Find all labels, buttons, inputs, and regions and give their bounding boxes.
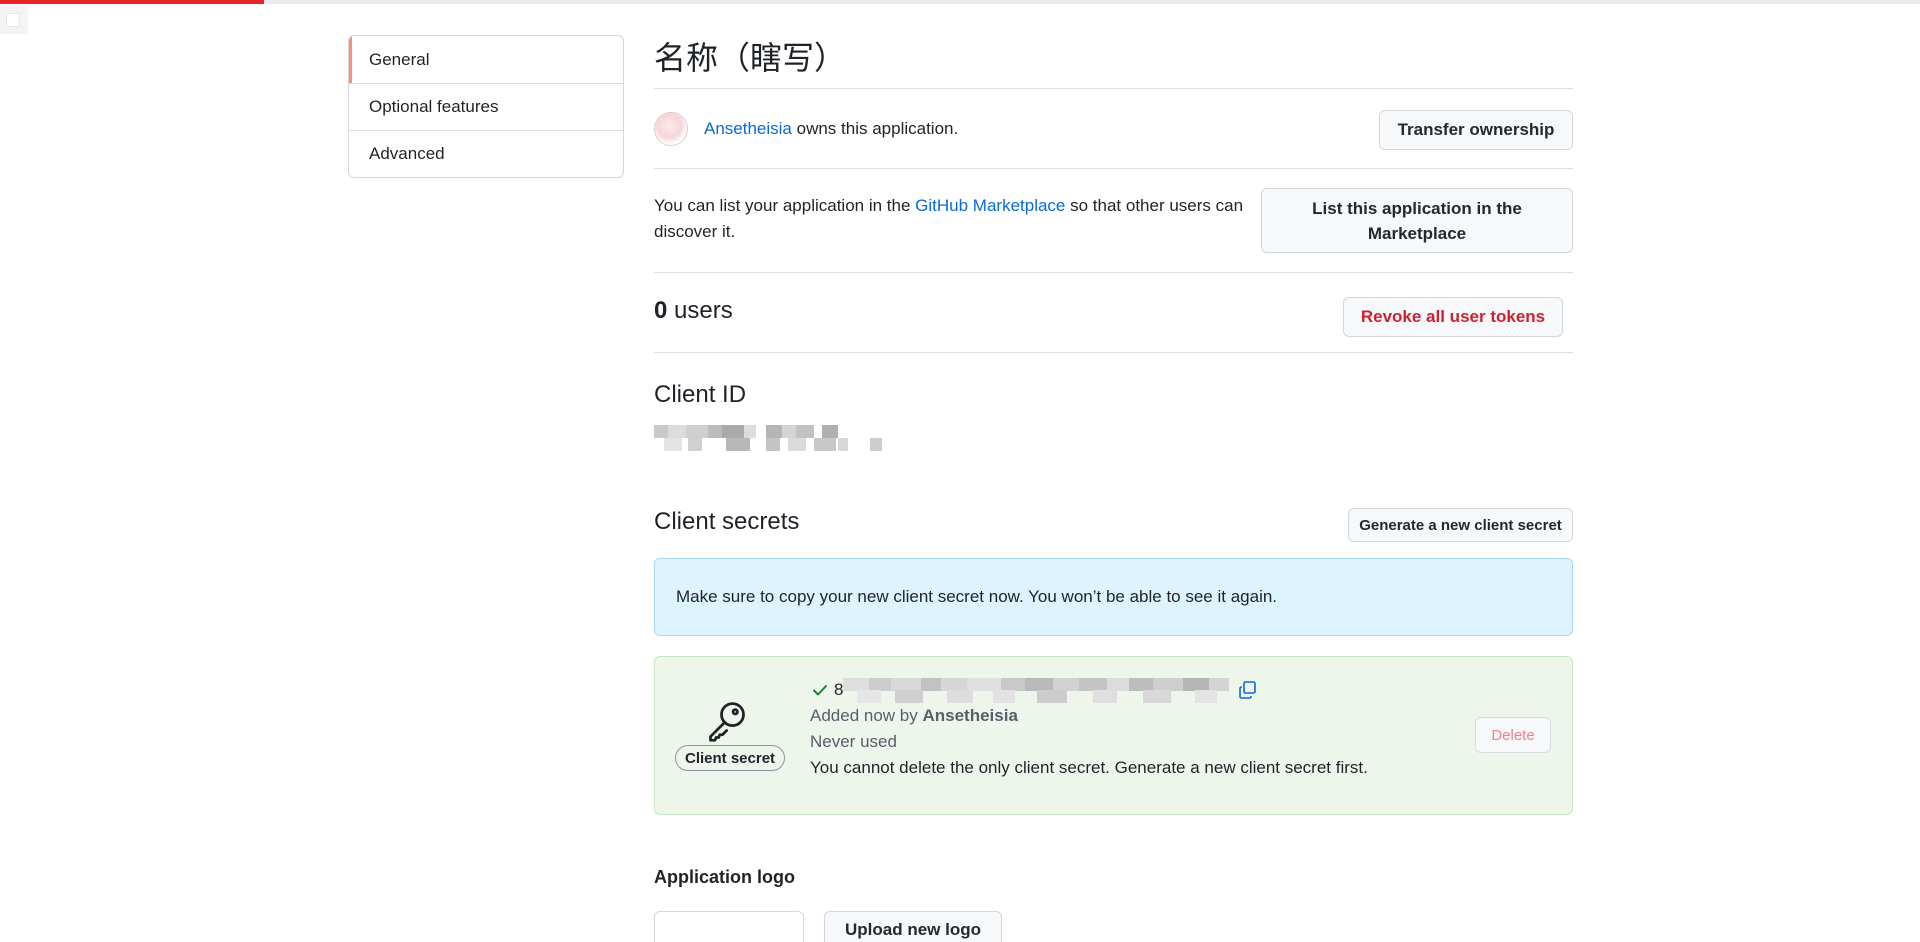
client-id-heading: Client ID: [654, 381, 747, 408]
users-summary: 0 users: [654, 297, 733, 325]
marketplace-text-before: You can list your application in the: [654, 196, 916, 215]
secret-value-row: 8: [810, 677, 1368, 703]
copy-secret-flash: Make sure to copy your new client secret…: [654, 558, 1573, 636]
application-logo-heading: Application logo: [654, 867, 795, 887]
transfer-ownership-button[interactable]: Transfer ownership: [1379, 110, 1573, 150]
secret-value-prefix: 8: [834, 680, 844, 699]
secret-usage: Never used: [810, 732, 897, 751]
flash-message: Make sure to copy your new client secret…: [676, 587, 1278, 606]
client-id-value-redacted[interactable]: [654, 425, 884, 451]
sidebar-item-label: Advanced: [369, 144, 445, 163]
github-marketplace-link[interactable]: GitHub Marketplace: [915, 196, 1065, 215]
client-secrets-heading: Client secrets: [654, 508, 800, 535]
users-label: users: [667, 297, 733, 324]
key-icon: [709, 702, 745, 742]
secret-added-by: Added now by Ansetheisia: [810, 703, 1368, 729]
page-load-progress-bar: [0, 0, 264, 4]
app-settings-main: 名称（瞎写） Ansetheisia owns this application…: [654, 35, 1573, 942]
client-secret-badge: Client secret: [675, 745, 786, 771]
owner-suffix: owns this application.: [791, 118, 959, 138]
settings-sidebar: General Optional features Advanced: [348, 35, 624, 178]
copy-icon[interactable]: [1237, 679, 1259, 701]
users-row: 0 users Revoke all user tokens: [654, 273, 1573, 353]
users-count: 0: [654, 297, 668, 324]
sidebar-item-general[interactable]: General: [349, 36, 623, 83]
owner-link[interactable]: Ansetheisia: [704, 119, 792, 138]
generate-client-secret-button[interactable]: Generate a new client secret: [1348, 508, 1573, 542]
added-by-user: Ansetheisia: [922, 706, 1018, 725]
avatar[interactable]: [654, 111, 688, 146]
secret-details: 8 Added now by Ansetheisia Never used Yo…: [810, 677, 1368, 781]
marketplace-text: You can list your application in the Git…: [654, 193, 1264, 245]
upload-logo-button[interactable]: Upload new logo: [824, 911, 1002, 942]
delete-secret-button[interactable]: Delete: [1475, 717, 1551, 753]
secret-value-redacted[interactable]: [843, 678, 1233, 703]
sidebar-item-optional-features[interactable]: Optional features: [349, 83, 623, 130]
corner-placeholder: [0, 6, 28, 34]
revoke-all-tokens-button[interactable]: Revoke all user tokens: [1343, 297, 1563, 337]
owner-text: Ansetheisia owns this application.: [704, 119, 958, 139]
owner-row: Ansetheisia owns this application. Trans…: [654, 89, 1573, 169]
page-load-progress-track: [0, 0, 1920, 4]
client-secret-item: Client secret 8 Added now by Ansetheisia…: [654, 656, 1573, 815]
logo-preview: [654, 911, 804, 942]
sidebar-item-label: General: [369, 49, 430, 69]
sidebar-item-label: Optional features: [369, 97, 499, 116]
marketplace-row: You can list your application in the Git…: [654, 169, 1573, 273]
added-prefix: Added now by: [810, 706, 923, 725]
sidebar-item-advanced[interactable]: Advanced: [349, 130, 623, 177]
page-title: 名称（瞎写）: [654, 35, 1573, 89]
check-icon: [813, 685, 827, 696]
secret-delete-note: You cannot delete the only client secret…: [810, 758, 1368, 777]
list-in-marketplace-button[interactable]: List this application in the Marketplace: [1261, 188, 1573, 253]
